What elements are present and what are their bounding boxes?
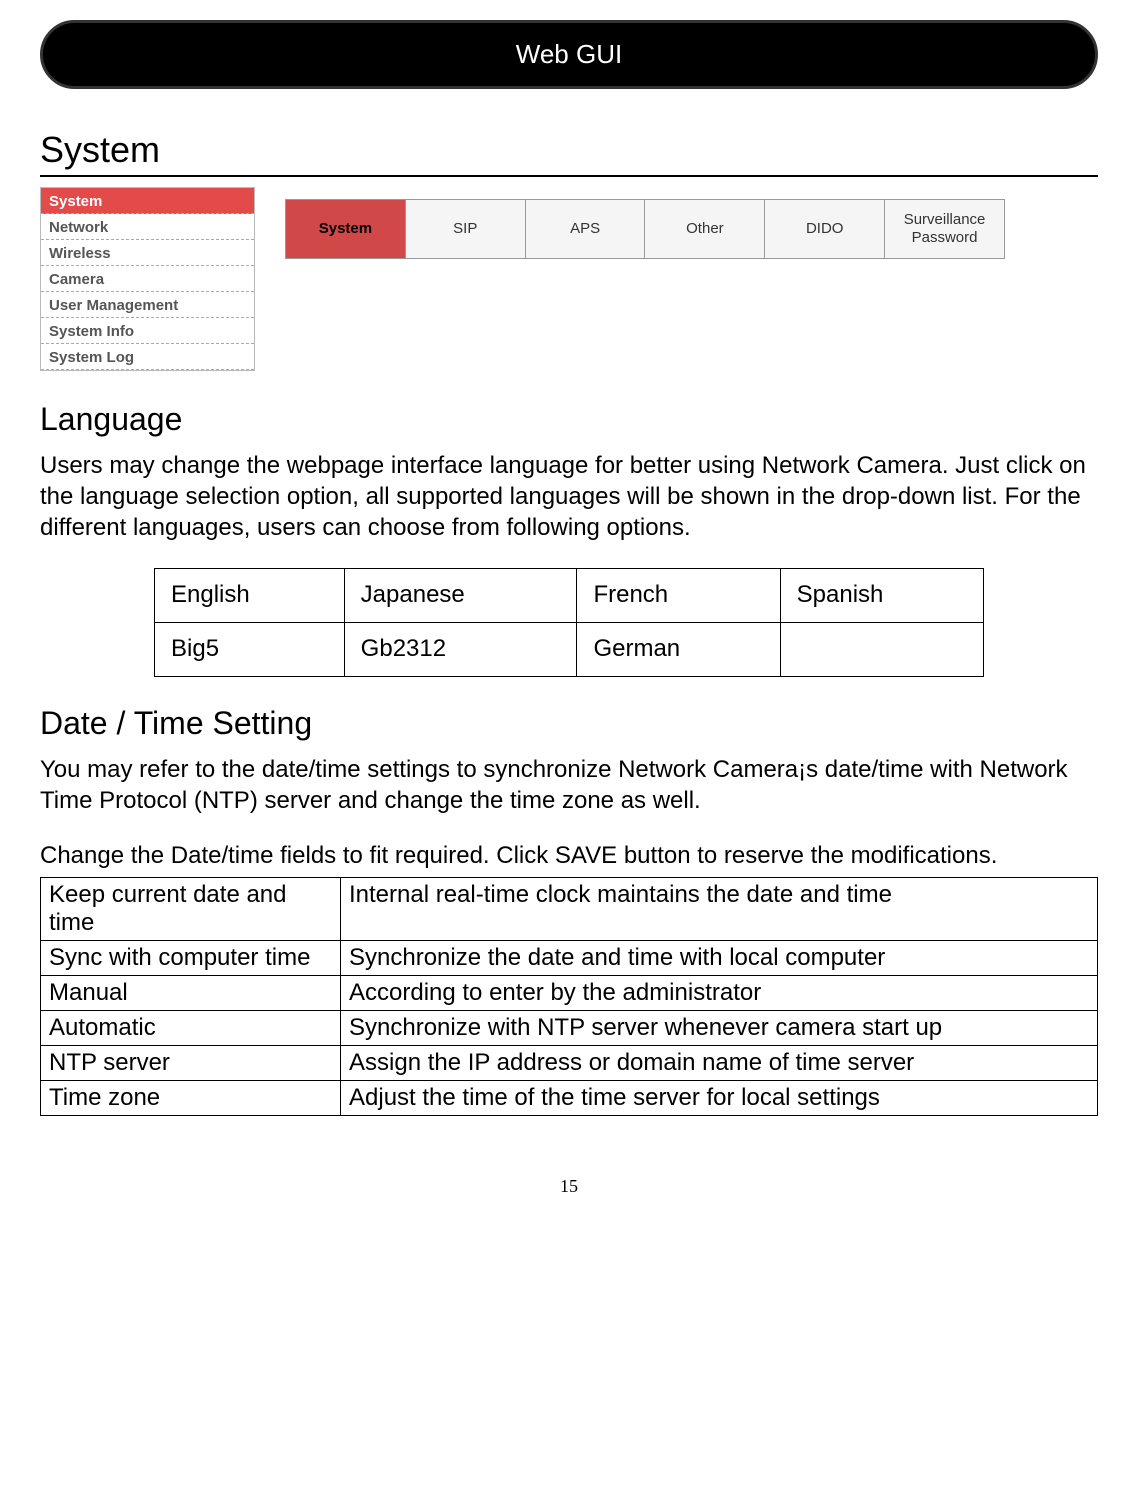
table-row: Time zoneAdjust the time of the time ser… — [41, 1081, 1098, 1116]
tab-system[interactable]: System — [286, 200, 406, 258]
sidebar-item-wireless[interactable]: Wireless — [41, 240, 254, 266]
datetime-table: Keep current date and timeInternal real-… — [40, 877, 1098, 1116]
language-body: Users may change the webpage interface l… — [40, 450, 1098, 544]
tab-aps[interactable]: APS — [526, 200, 646, 258]
table-row: English Japanese French Spanish — [155, 568, 984, 622]
lang-cell: Gb2312 — [344, 622, 577, 676]
language-table: English Japanese French Spanish Big5 Gb2… — [154, 568, 984, 677]
sidebar-nav: System Network Wireless Camera User Mana… — [40, 187, 255, 371]
table-row: Big5 Gb2312 German — [155, 622, 984, 676]
ui-screenshot-row: System Network Wireless Camera User Mana… — [40, 187, 1098, 371]
sidebar-item-camera[interactable]: Camera — [41, 266, 254, 292]
page-number: 15 — [40, 1176, 1098, 1197]
tab-dido[interactable]: DIDO — [765, 200, 885, 258]
table-row: ManualAccording to enter by the administ… — [41, 976, 1098, 1011]
sidebar-item-system[interactable]: System — [41, 188, 254, 214]
page-header-title: Web GUI — [516, 39, 622, 69]
language-heading: Language — [40, 401, 1098, 438]
table-row: AutomaticSynchronize with NTP server whe… — [41, 1011, 1098, 1046]
table-row: Keep current date and timeInternal real-… — [41, 878, 1098, 941]
lang-cell: German — [577, 622, 780, 676]
lang-cell: French — [577, 568, 780, 622]
lang-cell: English — [155, 568, 345, 622]
table-row: NTP serverAssign the IP address or domai… — [41, 1046, 1098, 1081]
page-header-pill: Web GUI — [40, 20, 1098, 89]
tab-sip[interactable]: SIP — [406, 200, 526, 258]
tab-other[interactable]: Other — [645, 200, 765, 258]
datetime-heading: Date / Time Setting — [40, 705, 1098, 742]
lang-cell — [780, 622, 983, 676]
lang-cell: Japanese — [344, 568, 577, 622]
datetime-body-2: Change the Date/time fields to fit requi… — [40, 840, 1098, 871]
lang-cell: Spanish — [780, 568, 983, 622]
section-title: System — [40, 129, 1098, 177]
datetime-body-1: You may refer to the date/time settings … — [40, 754, 1098, 816]
sidebar-item-network[interactable]: Network — [41, 214, 254, 240]
sidebar-item-system-info[interactable]: System Info — [41, 318, 254, 344]
lang-cell: Big5 — [155, 622, 345, 676]
sidebar-item-user-management[interactable]: User Management — [41, 292, 254, 318]
tab-surveillance-password[interactable]: Surveillance Password — [885, 200, 1004, 258]
table-row: Sync with computer timeSynchronize the d… — [41, 941, 1098, 976]
tabs-bar: System SIP APS Other DIDO Surveillance P… — [285, 199, 1005, 259]
sidebar-item-system-log[interactable]: System Log — [41, 344, 254, 370]
